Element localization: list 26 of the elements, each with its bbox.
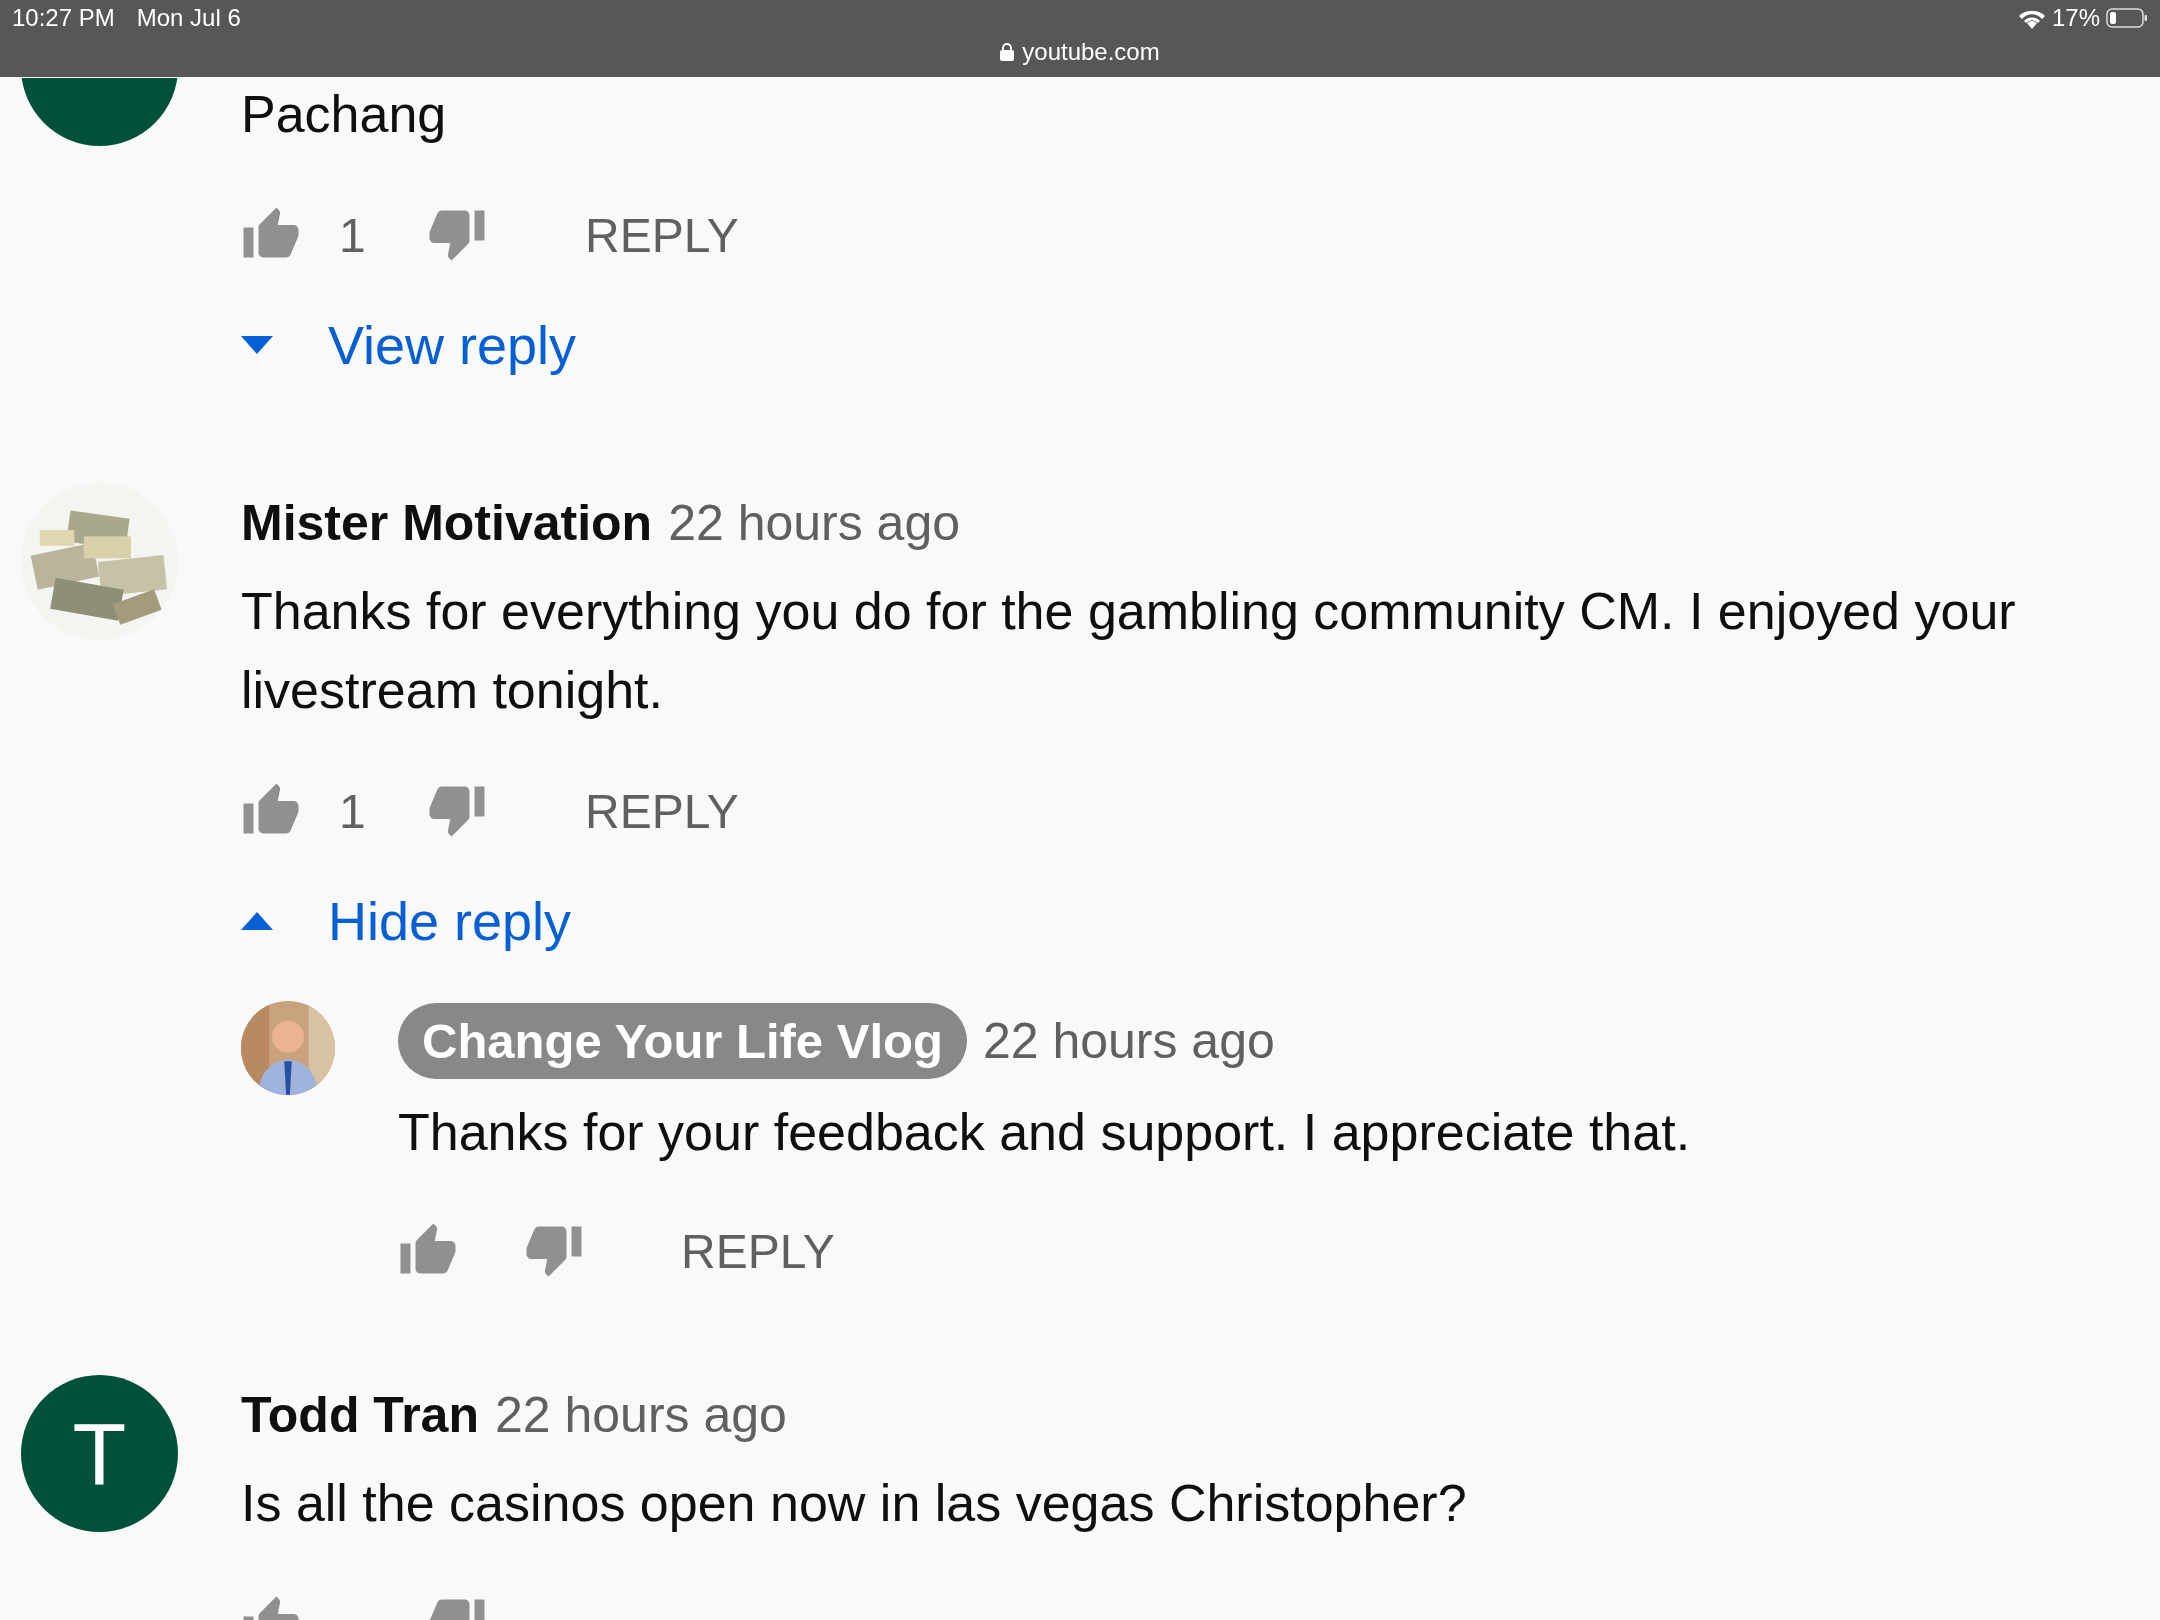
- author-badge[interactable]: Change Your Life Vlog: [398, 1002, 967, 1079]
- lock-icon: [1000, 43, 1015, 61]
- avatar[interactable]: T: [21, 1375, 178, 1532]
- replies-toggle[interactable]: View reply: [241, 305, 577, 385]
- reply-button[interactable]: REPLY: [585, 207, 739, 263]
- comment-text: Thanks for everything you do for the gambling community CM. I enjoyed your livestream tonight.: [241, 581, 2017, 721]
- timestamp: 22 hours ago: [494, 1385, 787, 1444]
- battery-percent: 17%: [2051, 4, 2100, 32]
- replies-toggle[interactable]: Hide reply: [241, 881, 572, 961]
- author-name[interactable]: Mister Motivation: [241, 493, 653, 552]
- comment-text: Is all the casinos open now in las vegas Christopher?: [241, 1473, 1468, 1534]
- comment-text: Pachang: [241, 84, 448, 145]
- date: Mon Jul 6: [136, 4, 241, 32]
- timestamp: 22 hours ago: [668, 493, 961, 552]
- comment-text: Thanks for your feedback and support. I appreciate that.: [398, 1102, 1692, 1163]
- address-bar[interactable]: youtube.com: [1000, 38, 1160, 66]
- clock: 10:27 PM: [12, 4, 115, 32]
- caret-icon: [241, 336, 273, 354]
- like-count: 1: [339, 783, 367, 839]
- author-name[interactable]: Todd Tran: [241, 1385, 479, 1444]
- reply-button[interactable]: REPLY: [681, 1223, 835, 1279]
- battery-icon: [2106, 8, 2148, 28]
- caret-icon: [241, 912, 273, 930]
- reply-button[interactable]: REPLY: [585, 783, 739, 839]
- timestamp: 22 hours ago: [982, 1011, 1275, 1070]
- like-count: 1: [339, 207, 367, 263]
